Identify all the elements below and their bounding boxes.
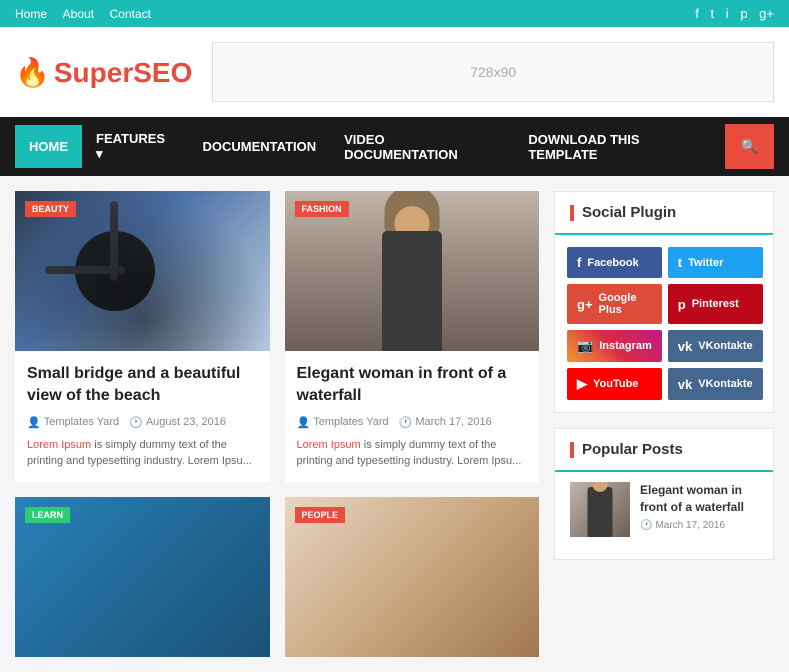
post-excerpt-1: Lorem Ipsum is simply dummy text of the …: [27, 437, 258, 470]
popular-post-date-1: 🕐 March 17, 2016: [640, 520, 758, 531]
googleplus-button[interactable]: g+ Google Plus: [567, 284, 662, 324]
post-meta-1: 👤 Templates Yard 🕐 August 23, 2016: [27, 416, 258, 429]
top-pinterest-icon[interactable]: p: [740, 6, 747, 21]
post-badge-people: PEOPLE: [295, 507, 346, 523]
youtube-icon: ▶: [577, 376, 587, 392]
post-card-2: FASHION Elegant woman in front of a wate…: [285, 191, 540, 482]
main-nav: HOME FEATURES ▾ DOCUMENTATION VIDEO DOCU…: [0, 117, 789, 176]
search-button[interactable]: 🔍: [725, 124, 774, 169]
content-area: BEAUTY Small bridge and a beautiful view…: [0, 176, 789, 672]
nav-home[interactable]: HOME: [15, 125, 82, 168]
top-facebook-icon[interactable]: f: [695, 6, 699, 21]
top-twitter-icon[interactable]: t: [711, 6, 715, 21]
site-logo[interactable]: 🔥SuperSEO: [15, 56, 192, 89]
pinterest-button[interactable]: p Pinterest: [668, 284, 763, 324]
social-plugin-widget: Social Plugin f Facebook t Twitter g+ Go…: [554, 191, 774, 413]
logo-suffix: SEO: [133, 57, 192, 88]
top-googleplus-icon[interactable]: g+: [759, 6, 774, 21]
post-author-2: 👤 Templates Yard: [297, 416, 389, 429]
nav-video-documentation[interactable]: VIDEO DOCUMENTATION: [330, 118, 514, 176]
googleplus-icon: g+: [577, 297, 593, 312]
nav-documentation[interactable]: DOCUMENTATION: [189, 125, 331, 168]
top-social-links: f t i p g+: [687, 6, 774, 21]
instagram-icon: 📷: [577, 338, 593, 354]
top-nav-about[interactable]: About: [63, 7, 94, 21]
post-badge-fashion: FASHION: [295, 201, 349, 217]
propeller-shape: [75, 231, 155, 311]
facebook-icon: f: [577, 255, 581, 270]
woman-body: [382, 231, 442, 351]
popular-post-thumb-1: [570, 482, 630, 537]
twitter-icon: t: [678, 255, 682, 270]
social-buttons-grid: f Facebook t Twitter g+ Google Plus p Pi…: [555, 235, 773, 412]
post-image-4: PEOPLE: [285, 497, 540, 657]
post-date-2: 🕐 March 17, 2016: [399, 416, 492, 429]
post-author-1: 👤 Templates Yard: [27, 416, 119, 429]
post-image-3: LEARN: [15, 497, 270, 657]
vk-icon-2: vk: [678, 377, 692, 392]
top-bar: Home About Contact f t i p g+: [0, 0, 789, 27]
logo-icon: 🔥: [15, 57, 50, 88]
social-plugin-title: Social Plugin: [555, 192, 773, 235]
top-nav-contact[interactable]: Contact: [110, 7, 151, 21]
posts-grid: BEAUTY Small bridge and a beautiful view…: [15, 191, 539, 657]
post-content-1: Small bridge and a beautiful view of the…: [15, 351, 270, 482]
sidebar: Social Plugin f Facebook t Twitter g+ Go…: [554, 191, 774, 657]
site-header: 🔥SuperSEO 728x90: [0, 27, 789, 117]
vk-icon-1: vk: [678, 339, 692, 354]
popular-posts-list: Elegant woman in front of a waterfall 🕐 …: [555, 472, 773, 559]
post-image-2: FASHION: [285, 191, 540, 351]
post-content-2: Elegant woman in front of a waterfall 👤 …: [285, 351, 540, 482]
popular-post-title-1[interactable]: Elegant woman in front of a waterfall: [640, 482, 758, 516]
main-content: BEAUTY Small bridge and a beautiful view…: [15, 191, 539, 657]
post-date-1: 🕐 August 23, 2016: [129, 416, 226, 429]
pinterest-icon: p: [678, 297, 686, 312]
facebook-button[interactable]: f Facebook: [567, 247, 662, 278]
post-badge-beauty: BEAUTY: [25, 201, 76, 217]
post-excerpt-2: Lorem Ipsum is simply dummy text of the …: [297, 437, 528, 470]
instagram-button[interactable]: 📷 Instagram: [567, 330, 662, 362]
logo-prefix: Super: [54, 57, 133, 88]
post-meta-2: 👤 Templates Yard 🕐 March 17, 2016: [297, 416, 528, 429]
popular-posts-widget: Popular Posts Elegant woman in front of …: [554, 428, 774, 560]
youtube-button[interactable]: ▶ YouTube: [567, 368, 662, 400]
popular-post-info-1: Elegant woman in front of a waterfall 🕐 …: [640, 482, 758, 531]
ad-banner: 728x90: [212, 42, 774, 102]
twitter-button[interactable]: t Twitter: [668, 247, 763, 278]
post-card-1: BEAUTY Small bridge and a beautiful view…: [15, 191, 270, 482]
nav-features[interactable]: FEATURES ▾: [82, 117, 189, 176]
post-card-4: PEOPLE: [285, 497, 540, 657]
vkontakte-button-1[interactable]: vk VKontakte: [668, 330, 763, 362]
post-card-3: LEARN: [15, 497, 270, 657]
post-title-2[interactable]: Elegant woman in front of a waterfall: [297, 363, 528, 408]
vkontakte-button-2[interactable]: vk VKontakte: [668, 368, 763, 400]
popular-post-item-1: Elegant woman in front of a waterfall 🕐 …: [570, 482, 758, 537]
popular-posts-title: Popular Posts: [555, 429, 773, 472]
post-badge-learn: LEARN: [25, 507, 70, 523]
top-nav-home[interactable]: Home: [15, 7, 47, 21]
post-image-1: BEAUTY: [15, 191, 270, 351]
post-title-1[interactable]: Small bridge and a beautiful view of the…: [27, 363, 258, 408]
top-instagram-icon[interactable]: i: [726, 6, 729, 21]
nav-download-template[interactable]: DOWNLOAD THIS TEMPLATE: [514, 118, 724, 176]
top-nav: Home About Contact: [15, 6, 163, 21]
